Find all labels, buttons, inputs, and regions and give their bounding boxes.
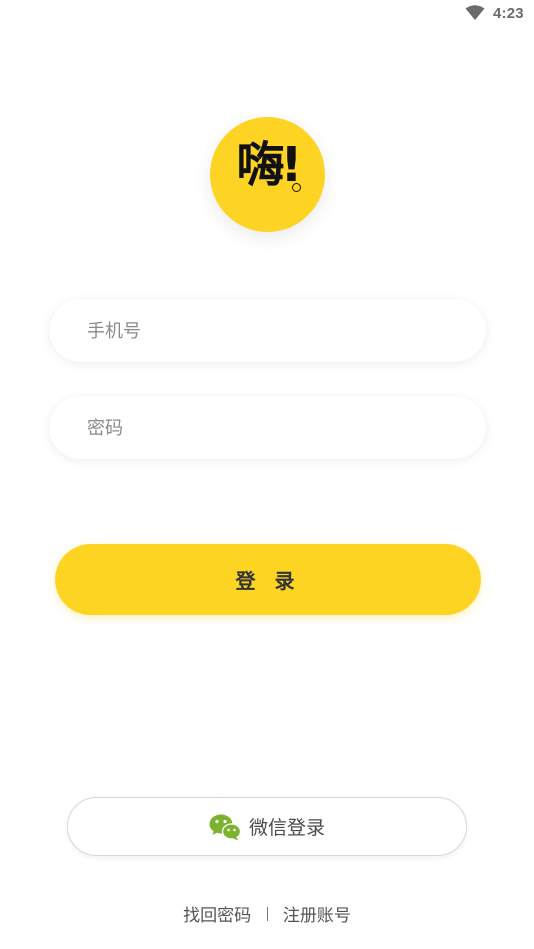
password-field[interactable] [49,396,486,461]
wechat-login-button[interactable]: 微信登录 [67,797,467,856]
status-time: 4:23 [493,5,524,22]
password-input[interactable] [85,396,449,461]
login-screen: 4:23 嗨! 登 录 微信登录 找回密码 注册账号 [0,0,534,949]
status-bar: 4:23 [0,0,534,28]
logo-mark-icon [292,183,301,192]
wifi-icon [465,5,485,20]
recover-password-link[interactable]: 找回密码 [183,901,251,926]
footer-links: 找回密码 注册账号 [0,901,534,926]
footer-divider [266,906,268,921]
login-button[interactable]: 登 录 [55,544,481,615]
register-account-link[interactable]: 注册账号 [283,901,351,926]
wechat-login-label: 微信登录 [248,817,325,839]
wechat-icon [209,814,241,840]
phone-field[interactable] [49,299,486,364]
phone-input[interactable] [85,299,449,364]
logo-text: 嗨! [236,137,303,193]
app-logo: 嗨! [210,117,325,232]
